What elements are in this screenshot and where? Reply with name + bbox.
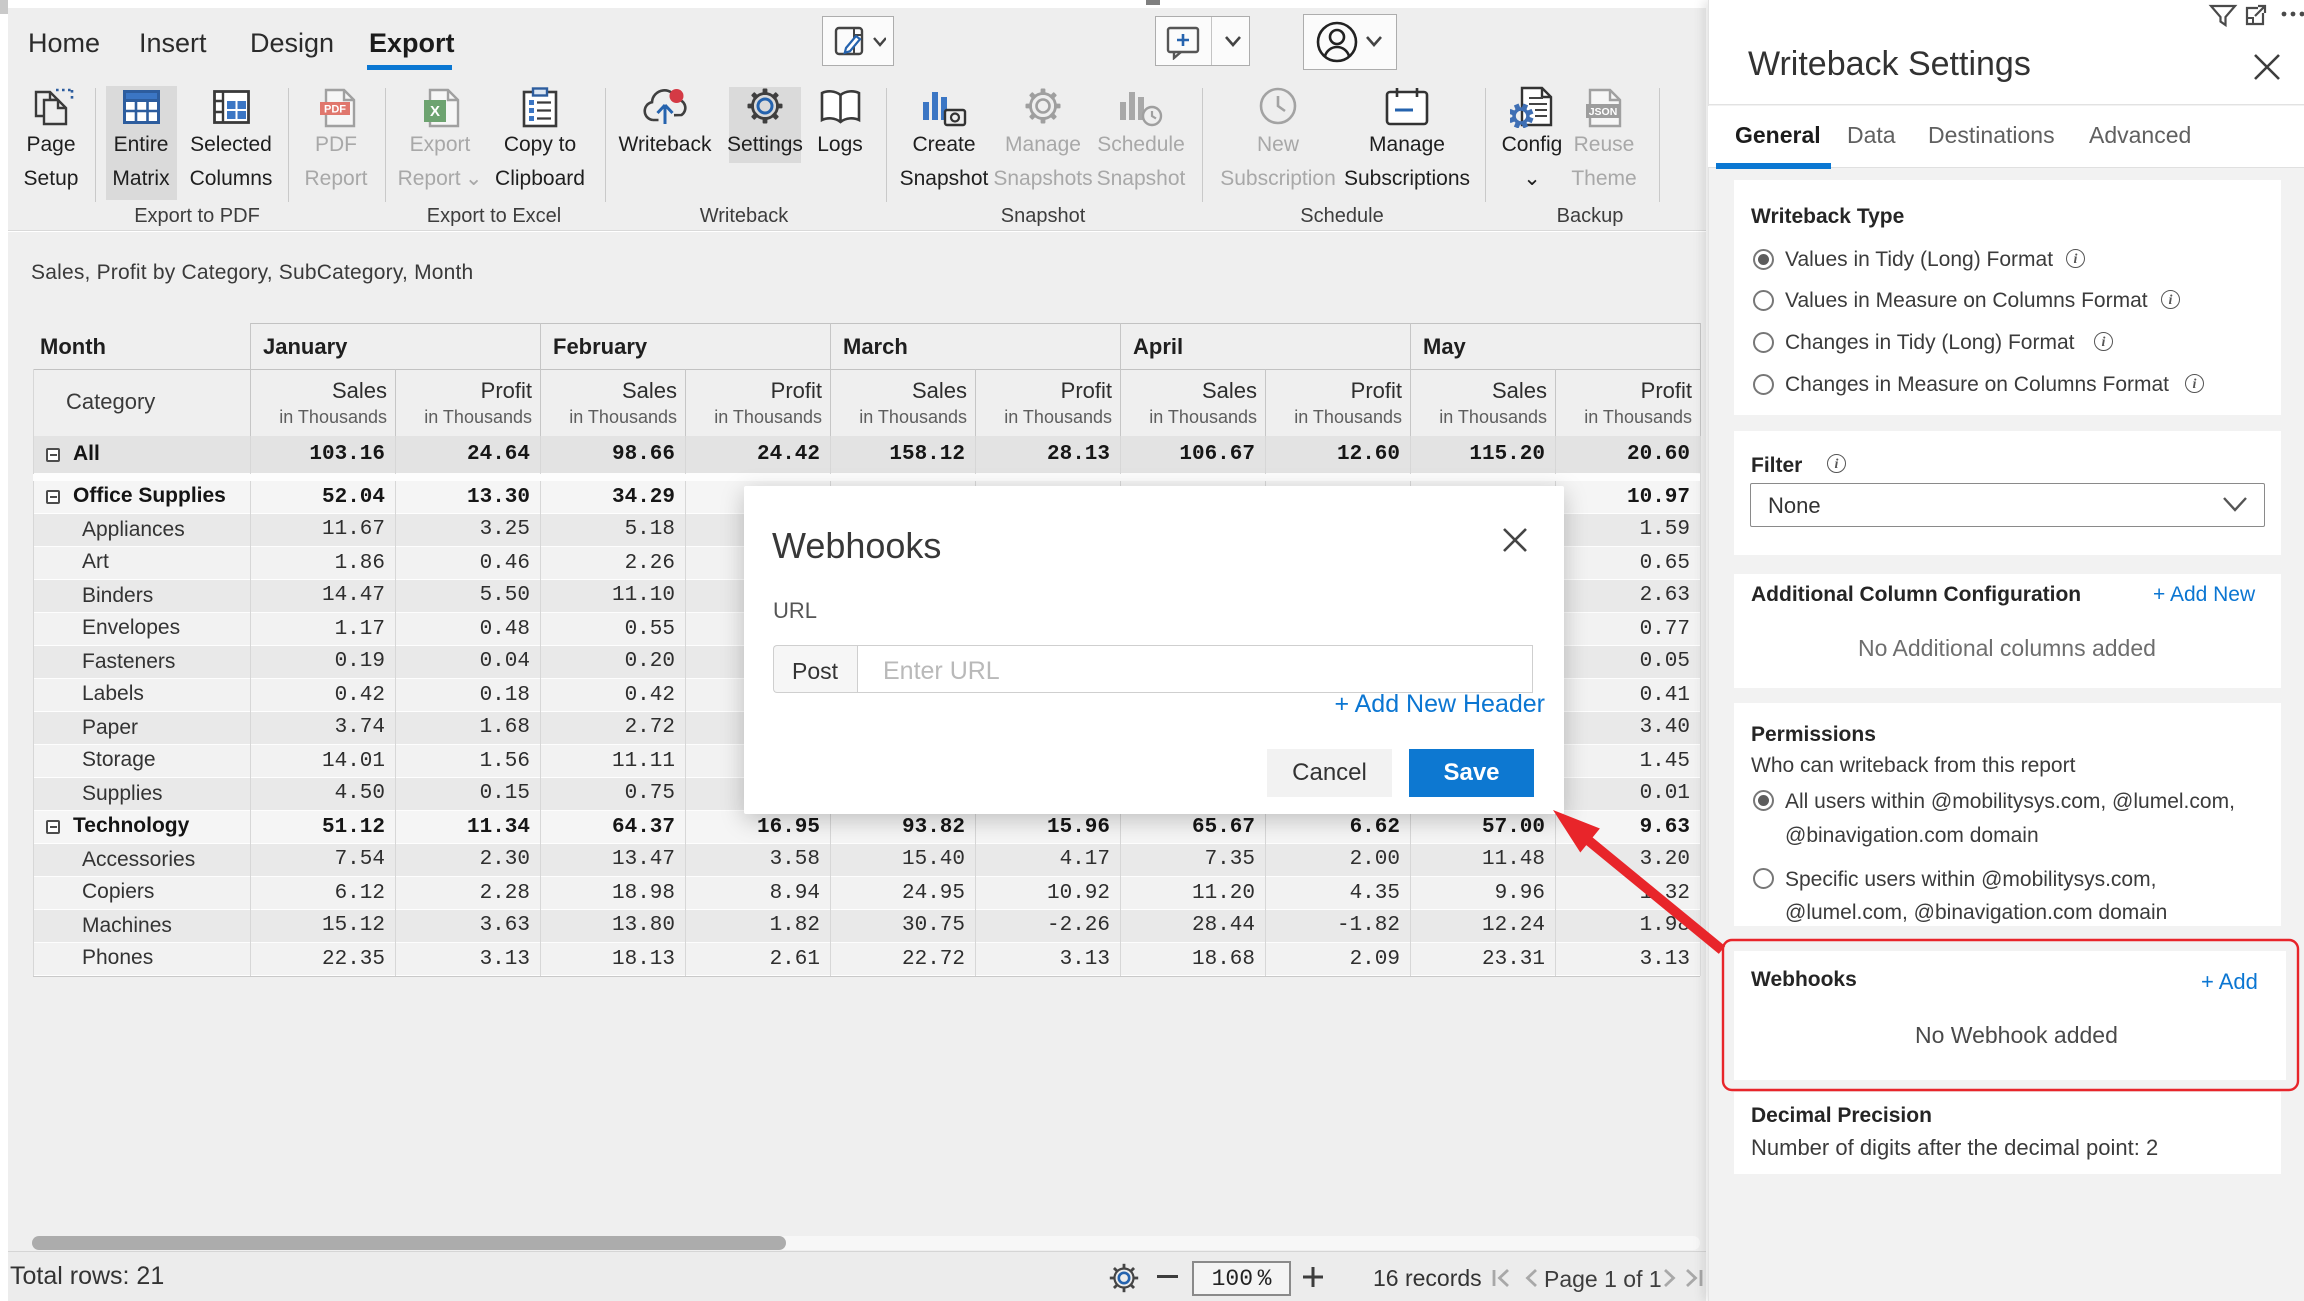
svg-text:X: X [430, 103, 440, 120]
svg-text:PDF: PDF [324, 104, 346, 116]
svg-text:JSON: JSON [1589, 106, 1618, 118]
